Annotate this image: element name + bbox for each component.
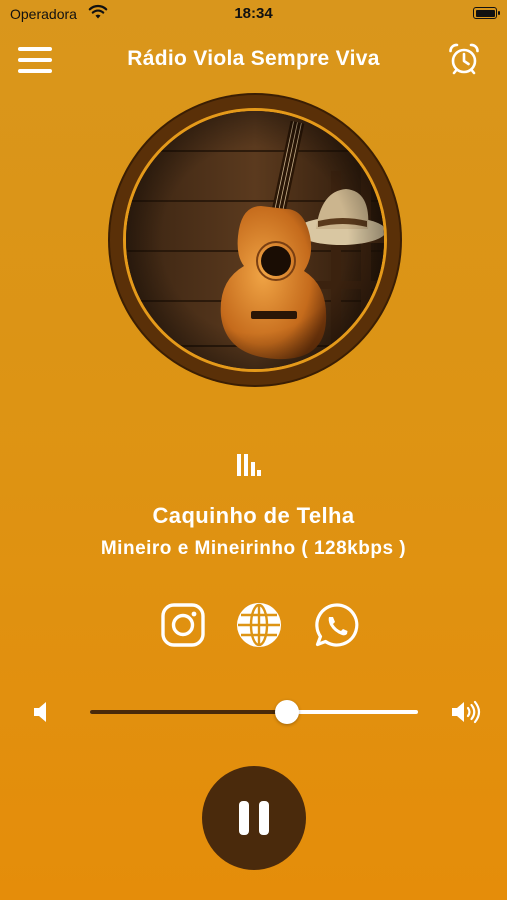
globe-icon[interactable] [236, 602, 282, 648]
album-art [123, 108, 387, 372]
artist-info: Mineiro e Mineirinho ( 128kbps ) [100, 538, 407, 559]
whatsapp-icon[interactable] [314, 602, 360, 648]
battery-icon [473, 7, 500, 19]
page-title: Rádio Viola Sempre Viva [127, 47, 380, 70]
status-bar: Operadora 18:34 [0, 0, 507, 30]
pause-button[interactable] [202, 766, 306, 870]
equalizer-icon [237, 454, 261, 476]
volume-high-icon[interactable] [451, 699, 481, 725]
volume-fill [90, 710, 287, 714]
song-title: Caquinho de Telha [152, 503, 355, 528]
clock: 18:34 [234, 5, 273, 22]
instagram-icon[interactable] [160, 602, 206, 648]
volume-slider[interactable] [90, 700, 418, 724]
pause-icon [259, 801, 269, 835]
menu-icon[interactable] [18, 45, 52, 75]
pause-icon [239, 801, 249, 835]
album-art-frame [110, 95, 400, 385]
volume-thumb[interactable] [274, 700, 299, 724]
alarm-clock-icon[interactable] [447, 42, 481, 76]
volume-low-icon[interactable] [32, 700, 52, 724]
